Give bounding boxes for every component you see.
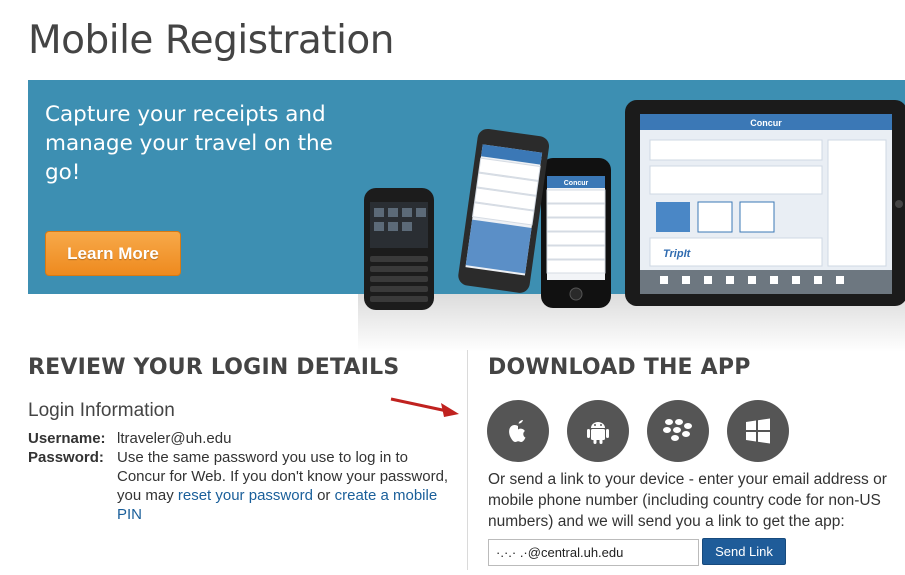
svg-text:Concur: Concur	[564, 180, 589, 187]
android-icon[interactable]	[567, 400, 629, 462]
promo-banner: Capture your receipts and manage your tr…	[28, 80, 905, 352]
download-app-heading: DOWNLOAD THE APP	[488, 355, 751, 380]
username-row: Username: ltraveler@uh.edu	[28, 429, 457, 448]
send-link-button[interactable]: Send Link	[702, 538, 786, 565]
apple-icon[interactable]	[487, 400, 549, 462]
login-information-title: Login Information	[28, 400, 175, 421]
password-description: Use the same password you use to log in …	[117, 449, 449, 523]
reset-password-link[interactable]: reset your password	[178, 487, 313, 504]
svg-text:Concur: Concur	[750, 118, 782, 128]
login-details-heading: REVIEW YOUR LOGIN DETAILS	[28, 355, 400, 380]
mobile-devices-image: Concur TripIt Concur	[364, 100, 905, 310]
password-row: Password: Use the same password you use …	[28, 448, 457, 524]
tablet-device: Concur TripIt	[625, 100, 905, 306]
send-link-description: Or send a link to your device - enter yo…	[488, 471, 887, 530]
password-label: Password:	[28, 449, 104, 466]
page-title: Mobile Registration	[28, 18, 395, 63]
app-store-icons	[487, 400, 789, 462]
blackberry-icon[interactable]	[647, 400, 709, 462]
red-arrow-icon	[390, 397, 459, 417]
username-label: Username:	[28, 430, 106, 447]
blackberry-device	[364, 188, 434, 310]
svg-text:TripIt: TripIt	[663, 248, 692, 260]
android-device	[458, 128, 550, 293]
iphone-device: Concur	[541, 158, 611, 308]
email-or-phone-input[interactable]	[488, 539, 699, 566]
windows-icon[interactable]	[727, 400, 789, 462]
column-divider	[467, 350, 468, 570]
username-value: ltraveler@uh.edu	[117, 430, 232, 447]
